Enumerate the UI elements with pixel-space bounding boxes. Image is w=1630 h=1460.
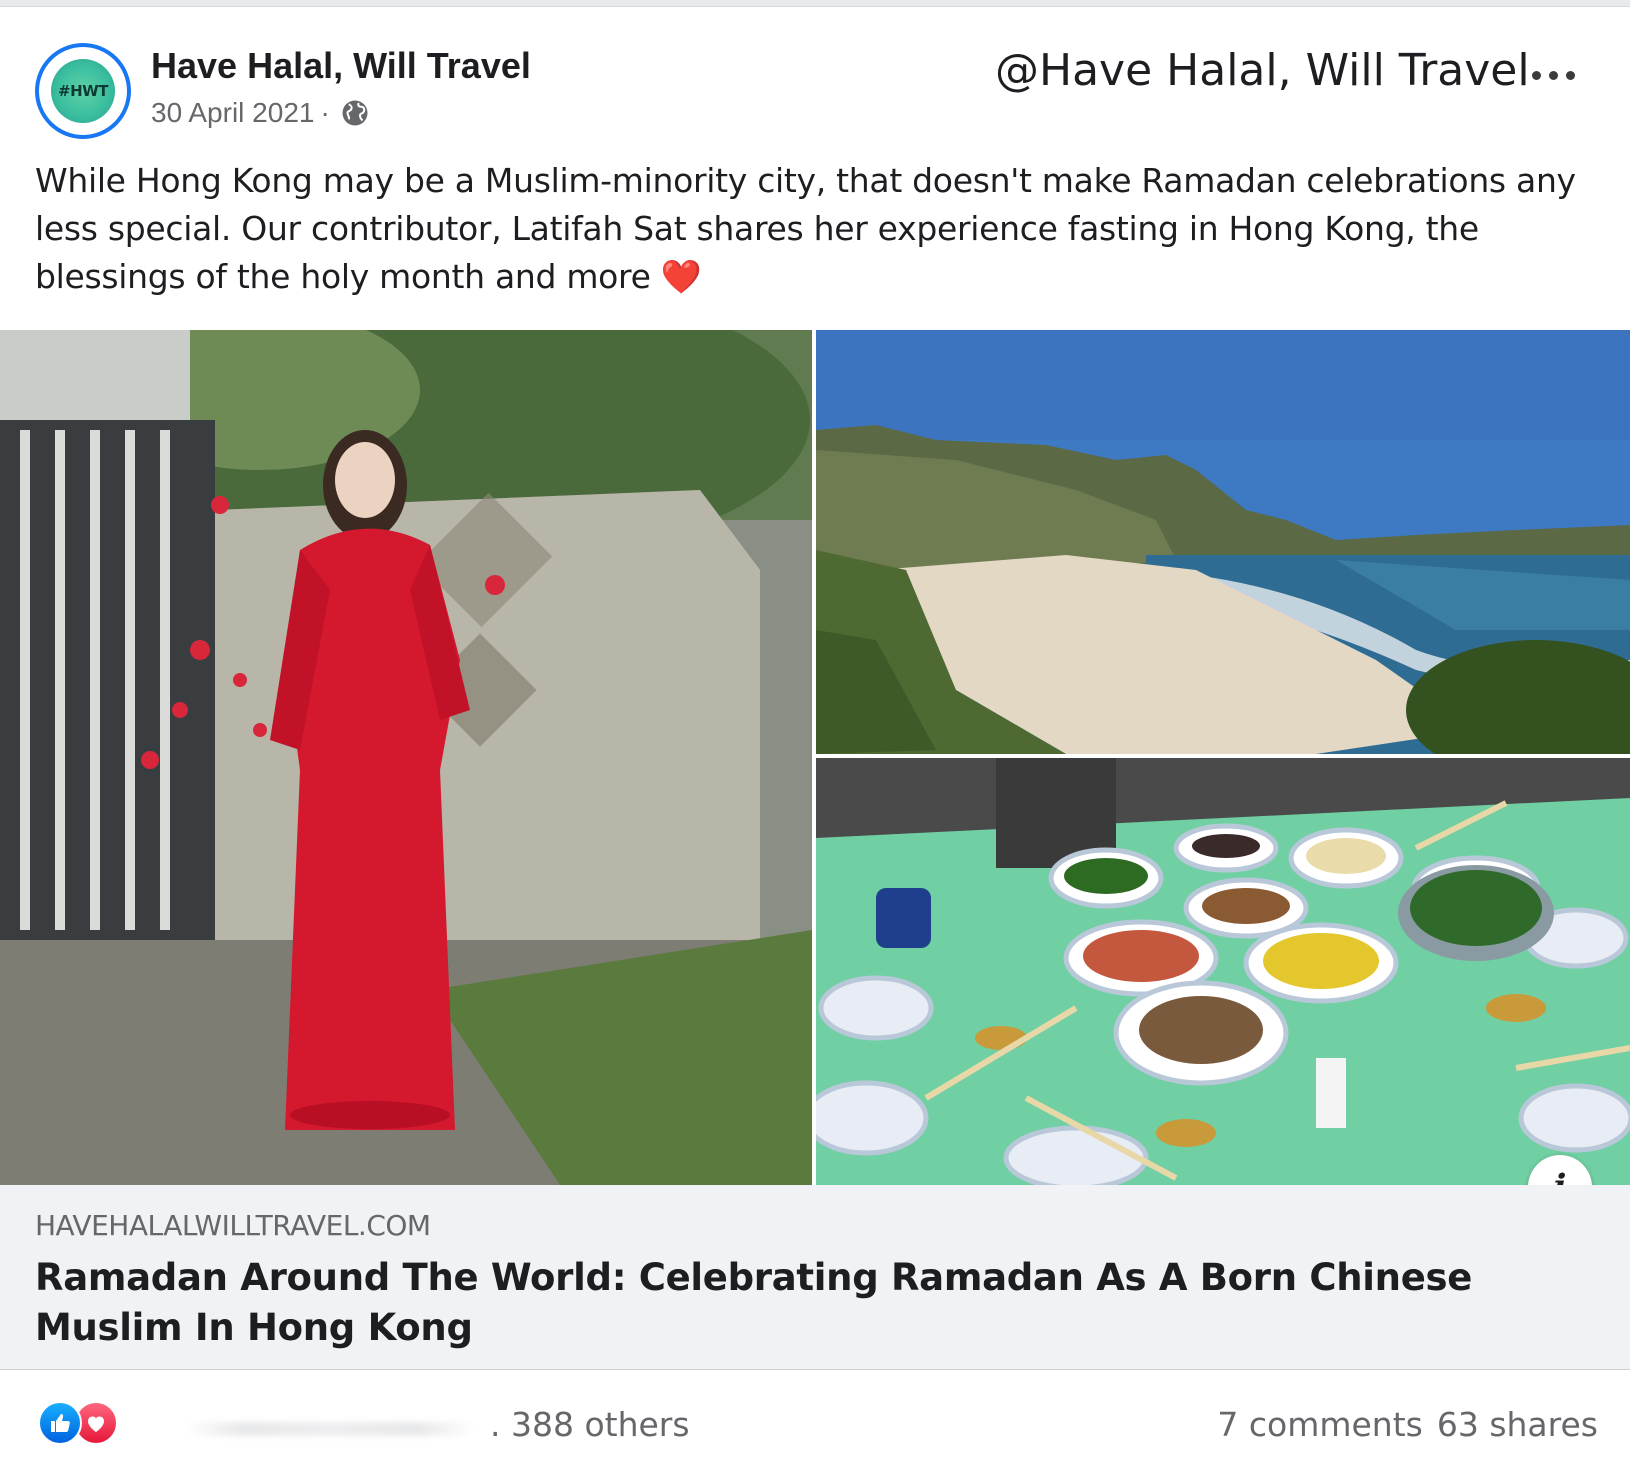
link-domain: HAVEHALALWILLTRAVEL.COM: [35, 1209, 431, 1242]
reaction-count[interactable]: . 388 others: [490, 1405, 690, 1444]
photo-iftar-table[interactable]: [816, 758, 1630, 1185]
photo-woman-red-dress[interactable]: [0, 330, 812, 1185]
heart-emoji: ❤️: [660, 257, 702, 296]
blurred-names: [185, 1422, 475, 1436]
post-message: While Hong Kong may be a Muslim-minority…: [35, 157, 1605, 301]
more-options-icon[interactable]: [1532, 65, 1578, 85]
avatar-logo: #HWT: [51, 59, 115, 123]
link-preview[interactable]: HAVEHALALWILLTRAVEL.COM Ramadan Around T…: [0, 1185, 1630, 1370]
photo-beach-coastline[interactable]: [816, 330, 1630, 754]
meta-separator: ·: [320, 97, 330, 128]
post-text: While Hong Kong may be a Muslim-minority…: [35, 161, 1576, 296]
post-card: #HWT Have Halal, Will Travel 30 April 20…: [0, 6, 1630, 1460]
comments-count[interactable]: 7 comments: [1217, 1405, 1422, 1444]
post-date[interactable]: 30 April 2021: [151, 97, 314, 129]
page-name-link[interactable]: Have Halal, Will Travel: [151, 45, 531, 87]
link-title[interactable]: Ramadan Around The World: Celebrating Ra…: [35, 1253, 1595, 1353]
globe-icon: [342, 100, 368, 126]
engagement-stats: 7 comments 63 shares: [1217, 1405, 1598, 1444]
like-icon: [38, 1401, 82, 1445]
page-avatar[interactable]: #HWT: [35, 43, 131, 139]
watermark-handle: @Have Halal, Will Travel: [995, 45, 1530, 96]
shares-count[interactable]: 63 shares: [1437, 1405, 1598, 1444]
post-meta: 30 April 2021 ·: [151, 97, 370, 129]
reaction-icons[interactable]: [38, 1401, 128, 1447]
